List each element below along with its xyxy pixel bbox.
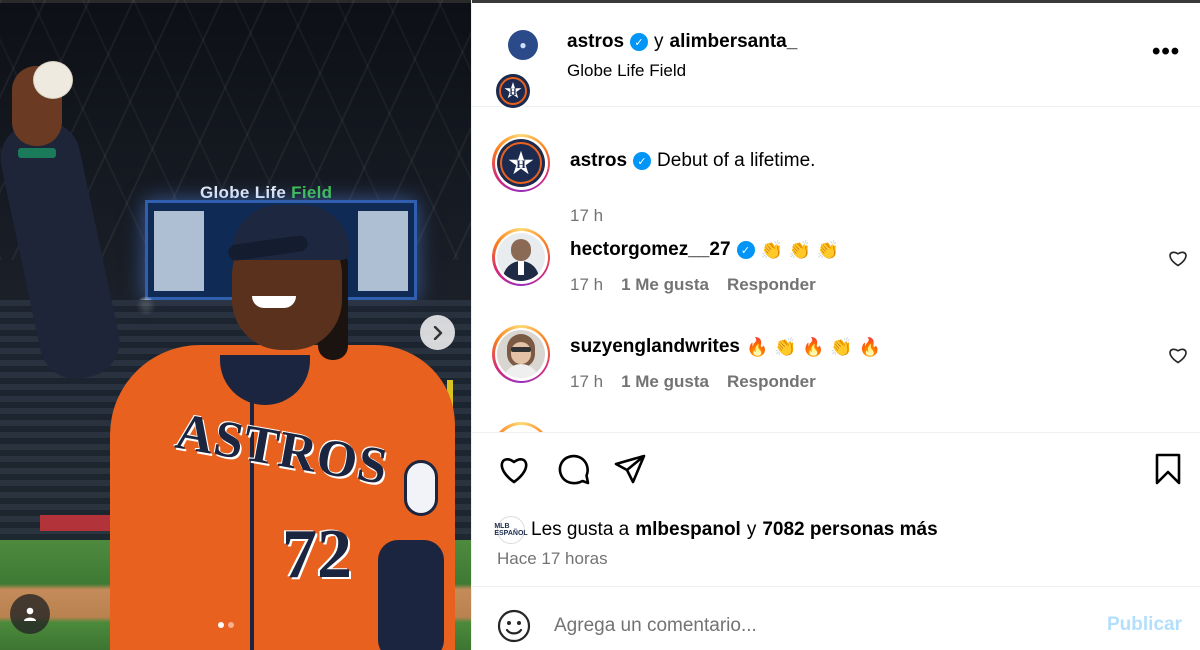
comment-input[interactable] <box>554 609 1074 643</box>
post-photo[interactable]: Globe Life Field ASTROS 72 <box>0 0 471 650</box>
likes-count[interactable]: 7082 personas más <box>762 519 937 541</box>
comment-icon[interactable] <box>556 451 592 487</box>
caption-username[interactable]: astros <box>570 150 627 172</box>
comment-likes[interactable]: 1 Me gusta <box>621 275 709 295</box>
comment-username[interactable]: suzyenglandwrites <box>570 336 740 358</box>
comment-username[interactable]: hectorgomez__27 <box>570 239 731 261</box>
comment-text-row: hectorgomez__27 ✓ 👏 👏 👏 <box>570 239 839 261</box>
comment-text-row: suzyenglandwrites 🔥 👏 🔥 👏 🔥 <box>570 336 881 358</box>
comment-likes[interactable]: 1 Me gusta <box>621 372 709 392</box>
bookmark-icon[interactable] <box>1150 451 1186 487</box>
comment-avatar[interactable] <box>492 325 550 383</box>
author-connector: y <box>654 31 664 52</box>
heart-icon[interactable] <box>1168 345 1188 365</box>
comment-text: 👏 👏 👏 <box>760 239 840 261</box>
post-details: ● ★ H astros ✓ y alimbersanta_ Globe Lif… <box>471 0 1200 650</box>
player-arm-right <box>378 540 444 650</box>
verified-badge-icon: ✓ <box>736 241 755 259</box>
collaborator-username[interactable]: alimbersanta_ <box>670 31 798 53</box>
likes-summary: MLB ESPAÑOL Les gusta a mlbespanol y 708… <box>494 516 938 544</box>
more-options-button[interactable]: ••• <box>1152 38 1180 66</box>
post-actions: MLB ESPAÑOL Les gusta a mlbespanol y 708… <box>472 432 1200 587</box>
post-time[interactable]: Hace 17 horas <box>497 549 608 569</box>
comment-avatar[interactable] <box>492 228 550 286</box>
comment-avatar[interactable] <box>492 422 550 432</box>
caption: ★ H astros ✓ Debut of a lifetime. 17 h <box>472 134 1200 225</box>
baseball <box>33 61 73 99</box>
wristband <box>18 148 56 158</box>
sleeve-patch <box>404 460 438 516</box>
post-authors: astros ✓ y alimbersanta_ <box>567 31 797 53</box>
more-horizontal-icon: ••• <box>1152 38 1181 65</box>
heart-icon[interactable] <box>496 451 532 487</box>
jersey-number: 72 <box>282 516 352 593</box>
user-icon <box>24 607 36 621</box>
comment-item <box>472 422 1200 432</box>
carousel-dot <box>228 622 234 628</box>
publish-button[interactable]: Publicar <box>1107 614 1182 636</box>
reply-button[interactable]: Responder <box>727 372 816 392</box>
comment-composer: Publicar <box>472 587 1200 650</box>
post-header: ● ★ H astros ✓ y alimbersanta_ Globe Lif… <box>472 0 1200 110</box>
heart-icon[interactable] <box>1168 248 1188 268</box>
emoji-icon[interactable] <box>497 609 531 643</box>
comments-list[interactable]: ★ H astros ✓ Debut of a lifetime. 17 h h… <box>472 107 1200 432</box>
next-image-button[interactable] <box>420 315 455 350</box>
send-icon[interactable] <box>612 451 648 487</box>
caption-meta: 17 h <box>570 206 603 226</box>
comment-meta: 17 h 1 Me gusta Responder <box>570 372 816 392</box>
comment-time[interactable]: 17 h <box>570 372 603 392</box>
comment-meta: 17 h 1 Me gusta Responder <box>570 275 816 295</box>
carousel-indicator <box>218 622 234 628</box>
player-smile <box>252 296 296 308</box>
liker-username[interactable]: mlbespanol <box>635 519 741 541</box>
caption-text-row: astros ✓ Debut of a lifetime. <box>570 150 815 172</box>
comment-item: suzyenglandwrites 🔥 👏 🔥 👏 🔥 17 h 1 Me gu… <box>472 325 1200 395</box>
verified-badge-icon: ✓ <box>633 152 652 170</box>
author-username[interactable]: astros <box>567 31 624 53</box>
likes-connector: y <box>746 519 757 540</box>
chevron-right-icon <box>433 325 442 340</box>
post-location[interactable]: Globe Life Field <box>567 61 686 81</box>
caption-text: Debut of a lifetime. <box>657 150 816 171</box>
collab-avatars[interactable]: ● ★ H <box>494 30 546 110</box>
caption-avatar[interactable]: ★ H <box>492 134 550 192</box>
comment-text: 🔥 👏 🔥 👏 🔥 <box>746 336 881 358</box>
collaborator-avatar[interactable]: ● <box>508 30 538 60</box>
astros-avatar[interactable]: ★ H <box>494 72 532 110</box>
verified-badge-icon: ✓ <box>630 33 649 51</box>
mlbespanol-avatar[interactable]: MLB ESPAÑOL <box>494 516 528 544</box>
caption-time[interactable]: 17 h <box>570 206 603 226</box>
top-border <box>472 0 1200 3</box>
likes-prefix: Les gusta a <box>531 519 630 540</box>
tagged-users-button[interactable] <box>10 594 50 634</box>
comment-item: hectorgomez__27 ✓ 👏 👏 👏 17 h 1 Me gusta … <box>472 228 1200 298</box>
comment-time[interactable]: 17 h <box>570 275 603 295</box>
reply-button[interactable]: Responder <box>727 275 816 295</box>
carousel-dot <box>218 622 224 628</box>
